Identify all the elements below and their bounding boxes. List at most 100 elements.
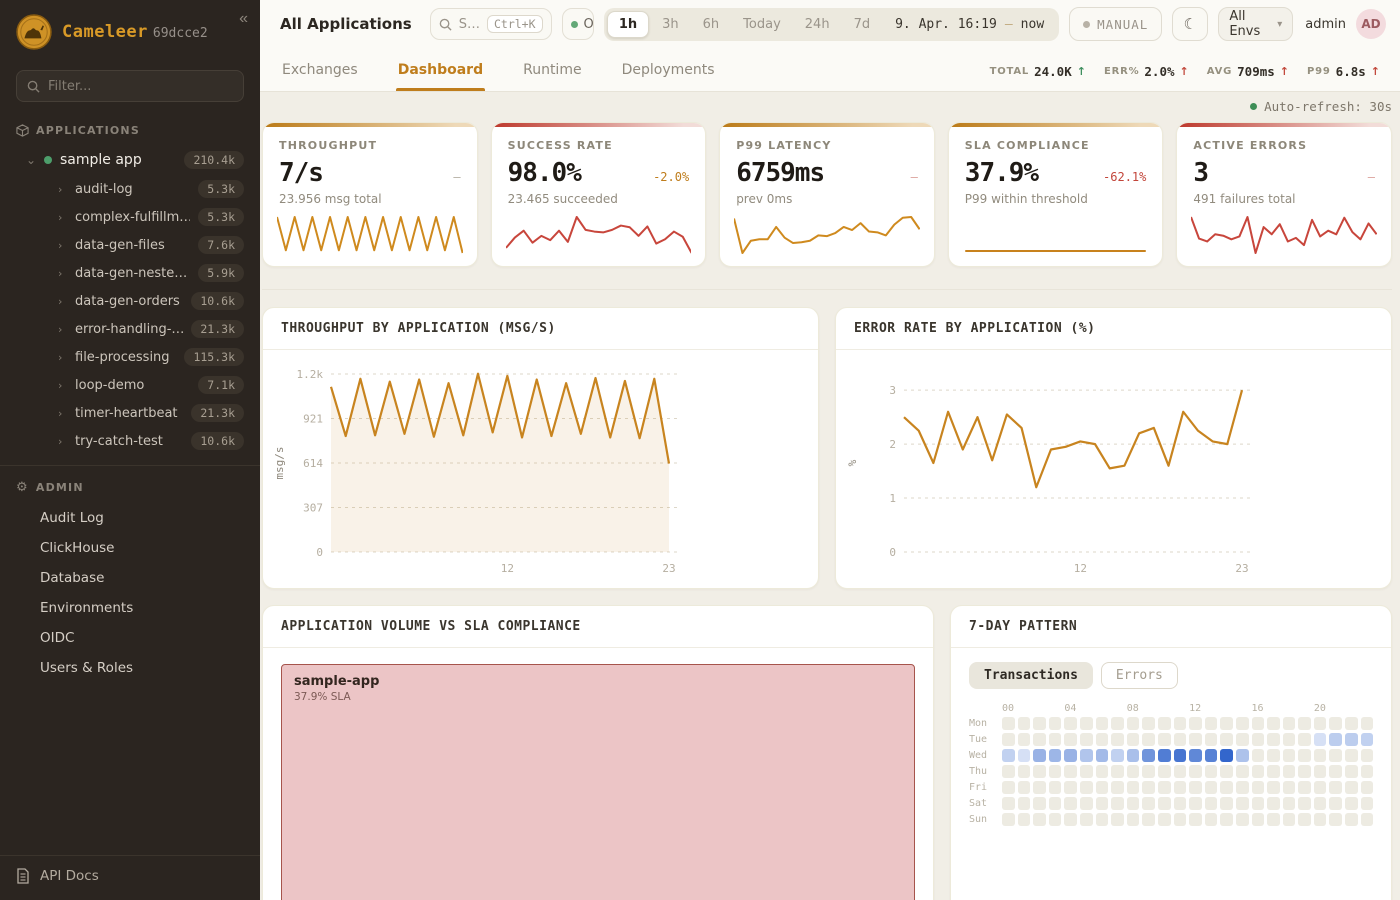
heatmap-cell-tue-12[interactable] bbox=[1189, 733, 1202, 746]
heatmap-cell-mon-23[interactable] bbox=[1361, 717, 1374, 730]
heatmap-cell-thu-21[interactable] bbox=[1329, 765, 1342, 778]
heatmap-cell-sat-7[interactable] bbox=[1111, 797, 1124, 810]
heatmap-cell-fri-15[interactable] bbox=[1236, 781, 1249, 794]
kpi-card-success-rate[interactable]: SUCCESS RATE98.0%-2.0%23.465 succeeded bbox=[491, 122, 707, 267]
heatmap-cell-sat-21[interactable] bbox=[1329, 797, 1342, 810]
heatmap-cell-sat-6[interactable] bbox=[1096, 797, 1109, 810]
heatmap-cell-tue-3[interactable] bbox=[1049, 733, 1062, 746]
heatmap-cell-fri-0[interactable] bbox=[1002, 781, 1015, 794]
sidebar-item-oidc[interactable]: OIDC bbox=[0, 623, 260, 653]
time-range-6h[interactable]: 6h bbox=[692, 11, 731, 38]
kpi-card-p99-latency[interactable]: P99 LATENCY6759ms–prev 0ms bbox=[719, 122, 935, 267]
heatmap-cell-sat-10[interactable] bbox=[1158, 797, 1171, 810]
time-range-3h[interactable]: 3h bbox=[651, 11, 690, 38]
sidebar-item-clickhouse[interactable]: ClickHouse bbox=[0, 533, 260, 563]
heatmap-cell-mon-16[interactable] bbox=[1252, 717, 1265, 730]
heatmap-cell-wed-8[interactable] bbox=[1127, 749, 1140, 762]
heatmap-cell-thu-13[interactable] bbox=[1205, 765, 1218, 778]
sidebar-item-complex-fulfillm[interactable]: ›complex-fulfillm…5.3k bbox=[0, 203, 260, 231]
heatmap-cell-tue-4[interactable] bbox=[1064, 733, 1077, 746]
heatmap-cell-thu-3[interactable] bbox=[1049, 765, 1062, 778]
heatmap-cell-mon-13[interactable] bbox=[1205, 717, 1218, 730]
heatmap-cell-thu-4[interactable] bbox=[1064, 765, 1077, 778]
heatmap-cell-mon-12[interactable] bbox=[1189, 717, 1202, 730]
heatmap-cell-fri-17[interactable] bbox=[1267, 781, 1280, 794]
tab-exchanges[interactable]: Exchanges bbox=[280, 52, 360, 91]
heatmap-cell-mon-21[interactable] bbox=[1329, 717, 1342, 730]
heatmap-cell-mon-19[interactable] bbox=[1298, 717, 1311, 730]
heatmap-cell-fri-21[interactable] bbox=[1329, 781, 1342, 794]
heatmap-cell-tue-0[interactable] bbox=[1002, 733, 1015, 746]
chevron-right-icon[interactable]: › bbox=[58, 267, 67, 280]
sidebar-item-data-gen-neste[interactable]: ›data-gen-neste…5.9k bbox=[0, 259, 260, 287]
heatmap-cell-thu-12[interactable] bbox=[1189, 765, 1202, 778]
heatmap-cell-sat-1[interactable] bbox=[1018, 797, 1031, 810]
heatmap-cell-fri-4[interactable] bbox=[1064, 781, 1077, 794]
heatmap-cell-wed-17[interactable] bbox=[1267, 749, 1280, 762]
tab-runtime[interactable]: Runtime bbox=[521, 52, 583, 91]
heatmap-cell-mon-6[interactable] bbox=[1096, 717, 1109, 730]
heatmap-cell-mon-1[interactable] bbox=[1018, 717, 1031, 730]
heatmap-cell-tue-8[interactable] bbox=[1127, 733, 1140, 746]
heatmap-cell-sat-0[interactable] bbox=[1002, 797, 1015, 810]
heatmap-cell-wed-6[interactable] bbox=[1096, 749, 1109, 762]
heatmap-cell-wed-16[interactable] bbox=[1252, 749, 1265, 762]
sidebar-item-data-gen-files[interactable]: ›data-gen-files7.6k bbox=[0, 231, 260, 259]
heatmap-cell-mon-8[interactable] bbox=[1127, 717, 1140, 730]
kpi-card-throughput[interactable]: THROUGHPUT7/s—23.956 msg total bbox=[262, 122, 478, 267]
heatmap-cell-tue-23[interactable] bbox=[1361, 733, 1374, 746]
heatmap-cell-sun-18[interactable] bbox=[1283, 813, 1296, 826]
chevron-down-icon[interactable]: ⌄ bbox=[26, 153, 36, 167]
heatmap-cell-fri-3[interactable] bbox=[1049, 781, 1062, 794]
heatmap-cell-sun-5[interactable] bbox=[1080, 813, 1093, 826]
sidebar-item-loop-demo[interactable]: ›loop-demo7.1k bbox=[0, 371, 260, 399]
heatmap-cell-sat-22[interactable] bbox=[1345, 797, 1358, 810]
heatmap-cell-fri-7[interactable] bbox=[1111, 781, 1124, 794]
heatmap-cell-mon-10[interactable] bbox=[1158, 717, 1171, 730]
heatmap-cell-thu-5[interactable] bbox=[1080, 765, 1093, 778]
heatmap-cell-fri-23[interactable] bbox=[1361, 781, 1374, 794]
heatmap-cell-wed-22[interactable] bbox=[1345, 749, 1358, 762]
time-range-1h[interactable]: 1h bbox=[607, 11, 649, 38]
dark-mode-toggle[interactable]: ☾ bbox=[1172, 7, 1208, 41]
heatmap-cell-sun-19[interactable] bbox=[1298, 813, 1311, 826]
chevron-right-icon[interactable]: › bbox=[58, 351, 67, 364]
online-status-pill[interactable]: O bbox=[562, 8, 594, 40]
heatmap-cell-fri-6[interactable] bbox=[1096, 781, 1109, 794]
heatmap-cell-sat-23[interactable] bbox=[1361, 797, 1374, 810]
sidebar-item-audit-log[interactable]: ›audit-log5.3k bbox=[0, 175, 260, 203]
heatmap-cell-tue-14[interactable] bbox=[1220, 733, 1233, 746]
heatmap-cell-wed-12[interactable] bbox=[1189, 749, 1202, 762]
sidebar-filter[interactable] bbox=[16, 70, 244, 102]
chevron-right-icon[interactable]: › bbox=[58, 239, 67, 252]
sidebar-item-audit-log[interactable]: Audit Log bbox=[0, 503, 260, 533]
heatmap-cell-fri-11[interactable] bbox=[1174, 781, 1187, 794]
throughput-chart[interactable]: 03076149211.2kmsg/s1223 bbox=[263, 350, 818, 589]
sidebar-item-file-processing[interactable]: ›file-processing115.3k bbox=[0, 343, 260, 371]
heatmap-cell-sun-23[interactable] bbox=[1361, 813, 1374, 826]
avatar[interactable]: AD bbox=[1356, 9, 1386, 39]
heatmap-cell-sat-14[interactable] bbox=[1220, 797, 1233, 810]
heatmap-cell-tue-21[interactable] bbox=[1329, 733, 1342, 746]
heatmap-cell-tue-15[interactable] bbox=[1236, 733, 1249, 746]
heatmap-cell-tue-9[interactable] bbox=[1142, 733, 1155, 746]
sidebar-item-api-docs[interactable]: API Docs bbox=[0, 855, 260, 900]
heatmap-cell-thu-14[interactable] bbox=[1220, 765, 1233, 778]
sidebar-item-users-roles[interactable]: Users & Roles bbox=[0, 653, 260, 683]
heatmap-cell-sun-13[interactable] bbox=[1205, 813, 1218, 826]
heatmap-cell-thu-11[interactable] bbox=[1174, 765, 1187, 778]
heatmap-cell-mon-4[interactable] bbox=[1064, 717, 1077, 730]
heatmap-cell-mon-5[interactable] bbox=[1080, 717, 1093, 730]
heatmap-cell-thu-1[interactable] bbox=[1018, 765, 1031, 778]
heatmap-cell-mon-20[interactable] bbox=[1314, 717, 1327, 730]
heatmap-cell-wed-13[interactable] bbox=[1205, 749, 1218, 762]
heatmap-cell-tue-1[interactable] bbox=[1018, 733, 1031, 746]
chevron-right-icon[interactable]: › bbox=[58, 407, 67, 420]
heatmap-cell-thu-20[interactable] bbox=[1314, 765, 1327, 778]
heatmap-cell-sun-16[interactable] bbox=[1252, 813, 1265, 826]
heatmap-cell-sat-20[interactable] bbox=[1314, 797, 1327, 810]
chevron-right-icon[interactable]: › bbox=[58, 379, 67, 392]
heatmap-cell-thu-0[interactable] bbox=[1002, 765, 1015, 778]
time-range-24h[interactable]: 24h bbox=[794, 11, 841, 38]
heatmap-cell-fri-8[interactable] bbox=[1127, 781, 1140, 794]
